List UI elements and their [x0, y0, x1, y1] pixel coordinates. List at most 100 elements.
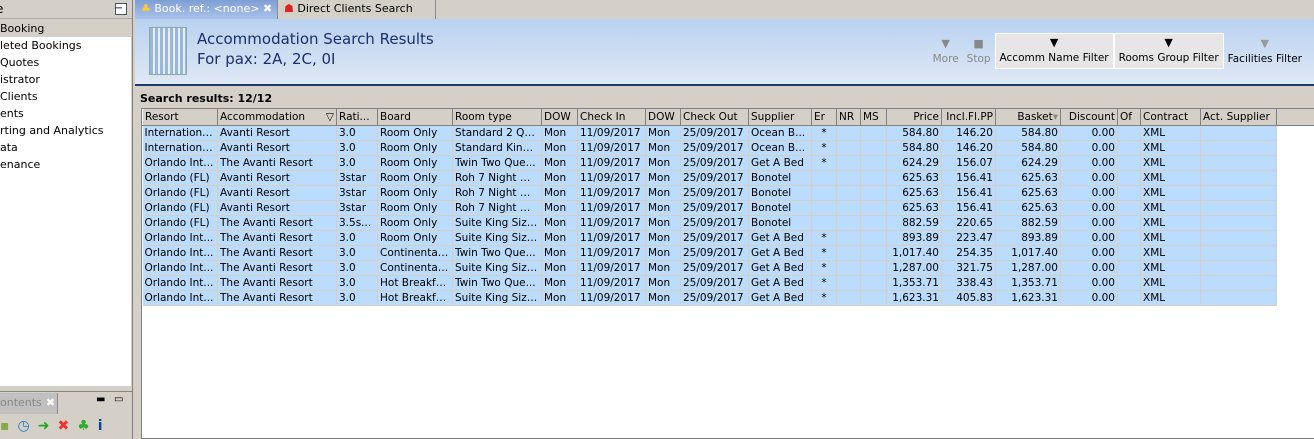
close-icon[interactable]: ✖	[46, 396, 55, 409]
filter-icon[interactable]: ▽	[326, 111, 334, 123]
facilities-filter-button[interactable]: ▼ Facilities Filter	[1224, 33, 1306, 69]
nav-item[interactable]: Booking	[0, 20, 131, 37]
table-row[interactable]: International... Avanti Resort 3.0 Room Onl…	[142, 125, 1314, 141]
panel-title: e	[0, 2, 3, 16]
table-row[interactable]: International... Avanti Resort 3.0 Room Onl…	[142, 140, 1314, 156]
column-header[interactable]: Room type	[452, 109, 542, 126]
cell-check-out: 25/09/2017	[680, 290, 749, 306]
column-header[interactable]: Basket▾	[995, 109, 1061, 126]
table-row[interactable]: Orlando Int... The Avanti Resort 3.0 Hot Br…	[142, 275, 1314, 291]
cell-supplier: Get A Bed	[748, 230, 812, 246]
nav-item[interactable]: rting and Analytics	[0, 122, 131, 139]
add-icon[interactable]: ▪	[0, 418, 10, 434]
cell-discount: 0.00	[1060, 140, 1118, 156]
tab-direct-clients-search[interactable]: ☗ Direct Clients Search	[278, 0, 436, 19]
table-row[interactable]: Orlando Int... The Avanti Resort 3.0 Hot Br…	[142, 290, 1314, 306]
clock-refresh-icon[interactable]: ◷	[18, 418, 30, 434]
table-row[interactable]: Orlando (FL) The Avanti Resort 3.5s... Room…	[142, 215, 1314, 231]
cell-basket: 584.80	[995, 140, 1061, 156]
cell-check-in: 11/09/2017	[577, 275, 646, 291]
column-header[interactable]: Check Out	[680, 109, 749, 126]
table-row[interactable]: Orlando Int... The Avanti Resort 3.0 Room O…	[142, 230, 1314, 246]
empty-cell	[1276, 290, 1314, 305]
cart-arrow-icon[interactable]: ➜	[38, 418, 50, 434]
cell-basket: 625.63	[995, 170, 1061, 186]
cell-price: 625.63	[886, 200, 942, 216]
cell-board: Continental...	[377, 260, 453, 276]
column-label: Basket	[1017, 110, 1053, 123]
cell-rati: 3.0	[336, 245, 378, 261]
cell-price: 893.89	[886, 230, 942, 246]
stop-icon: ■	[973, 37, 984, 50]
column-header[interactable]: DOW	[541, 109, 578, 126]
table-row[interactable]: Orlando (FL) Avanti Resort 3star Room Only R…	[142, 170, 1314, 186]
column-header[interactable]: Er	[811, 109, 837, 126]
nav-item[interactable]: ata	[0, 139, 131, 156]
cell-board: Hot Breakfast	[377, 275, 453, 291]
column-label: Check Out	[683, 110, 738, 123]
column-header[interactable]: NR	[836, 109, 861, 126]
cell-check-out: 25/09/2017	[680, 200, 749, 216]
column-header[interactable]: Incl.Fl.PP	[941, 109, 996, 126]
cell-resort: Orlando Int...	[142, 275, 218, 291]
cell-incl-fl-pp: 156.41	[941, 170, 996, 186]
column-header[interactable]: Resort	[142, 109, 218, 126]
cell-check-in: 11/09/2017	[577, 185, 646, 201]
stop-button[interactable]: ■ Stop	[963, 33, 995, 69]
cell-discount: 0.00	[1060, 230, 1118, 246]
cell-check-in: 11/09/2017	[577, 155, 646, 171]
nav-item[interactable]: ents	[0, 105, 131, 122]
cell-of	[1117, 200, 1141, 216]
maximize-icon[interactable]: ▭	[114, 394, 123, 405]
cell-room-type: Standard 2 Qu...	[452, 125, 542, 141]
table-row[interactable]: Orlando (FL) Avanti Resort 3star Room Only R…	[142, 200, 1314, 216]
cell-supplier: Get A Bed	[748, 245, 812, 261]
column-header[interactable]: Of	[1117, 109, 1141, 126]
column-header[interactable]: Act. Supplier	[1200, 109, 1277, 126]
nav-item[interactable]: leted Bookings	[0, 37, 131, 54]
cell-accommodation: The Avanti Resort	[217, 260, 337, 276]
cell-supplier: Ocean B...	[748, 125, 812, 141]
table-row[interactable]: Orlando (FL) Avanti Resort 3star Room Only R…	[142, 185, 1314, 201]
minimize-button[interactable]: −	[115, 3, 127, 15]
table-row[interactable]: Orlando Int... The Avanti Resort 3.0 Room O…	[142, 155, 1314, 171]
column-header[interactable]: DOW	[645, 109, 681, 126]
table-row[interactable]: Orlando Int... The Avanti Resort 3.0 Contin…	[142, 260, 1314, 276]
info-icon[interactable]: i	[98, 418, 103, 434]
nav-item[interactable]: Quotes	[0, 54, 131, 71]
column-header[interactable]: ▽ Accommodation	[217, 109, 337, 126]
cell-board: Room Only	[377, 185, 453, 201]
close-icon[interactable]: ✖	[263, 2, 272, 15]
column-header[interactable]: Check In	[577, 109, 646, 126]
cell-basket: 882.59	[995, 215, 1061, 231]
column-header[interactable]: Contract	[1140, 109, 1201, 126]
minimize-icon[interactable]: ▬	[96, 394, 105, 405]
column-header[interactable]: Supplier	[748, 109, 812, 126]
column-header[interactable]: Discount	[1060, 109, 1118, 126]
column-header[interactable]: Board	[377, 109, 453, 126]
tab-booking[interactable]: ♣ Book. ref.: <none> ✖	[135, 0, 278, 19]
tab-contents[interactable]: ontents ✖	[0, 393, 58, 414]
delete-icon[interactable]: ✖	[57, 418, 69, 434]
more-button[interactable]: ▼ More	[929, 33, 963, 69]
nav-item[interactable]: istrator	[0, 71, 131, 88]
cell-rati: 3.0	[336, 155, 378, 171]
accomm-name-filter-button[interactable]: ▼ Accomm Name Filter	[994, 33, 1114, 69]
cell-discount: 0.00	[1060, 215, 1118, 231]
column-header[interactable]: MS	[860, 109, 887, 126]
cell-check-in: 11/09/2017	[577, 170, 646, 186]
nav-item[interactable]: Clients	[0, 88, 131, 105]
cell-incl-fl-pp: 405.83	[941, 290, 996, 306]
palm-tree-icon[interactable]: ♣	[77, 418, 90, 434]
cell-basket: 1,287.00	[995, 260, 1061, 276]
table-row[interactable]: Orlando Int... The Avanti Resort 3.0 Contin…	[142, 245, 1314, 261]
rooms-group-filter-button[interactable]: ▼ Rooms Group Filter	[1113, 33, 1224, 69]
cell-dow: Mon	[645, 215, 681, 231]
nav-item[interactable]: enance	[0, 156, 131, 173]
cell-contract: XML	[1140, 170, 1201, 186]
column-header[interactable]: Rati...	[336, 109, 378, 126]
cell-er	[811, 200, 837, 216]
column-header[interactable]: Price	[886, 109, 942, 126]
cell-accommodation: Avanti Resort	[217, 170, 337, 186]
cell-nr	[836, 260, 861, 276]
